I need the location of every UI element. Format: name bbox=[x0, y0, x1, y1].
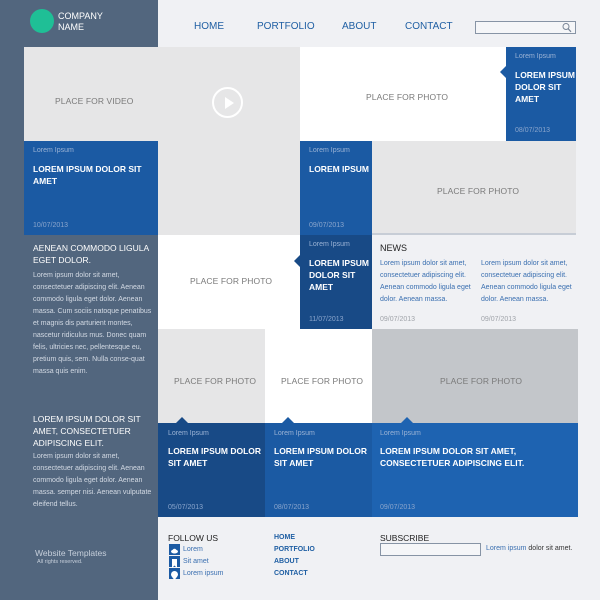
search-input[interactable] bbox=[475, 21, 576, 34]
follow-link[interactable]: Lorem ipsum bbox=[183, 570, 223, 577]
cloud-icon[interactable] bbox=[169, 544, 180, 555]
news-item-date: 09/07/2013 bbox=[380, 316, 416, 323]
location-pin-icon[interactable] bbox=[169, 568, 180, 580]
sidebar-heading: AENEAN COMMODO LIGULA EGET DOLOR. bbox=[33, 243, 149, 265]
company-name-line1: COMPANY bbox=[58, 11, 103, 21]
caption-title: LOREM IPSUM DOLOR SIT AMET, CONSECTETUER… bbox=[380, 446, 525, 468]
caption-pointer bbox=[282, 417, 294, 423]
footer-nav-contact[interactable]: CONTACT bbox=[274, 570, 308, 577]
photo-placeholder-label: PLACE FOR PHOTO bbox=[174, 376, 257, 386]
news-heading: NEWS bbox=[380, 243, 407, 253]
caption-pointer bbox=[294, 255, 300, 267]
follow-us-heading: FOLLOW US bbox=[168, 533, 219, 543]
caption-kicker: Lorem Ipsum bbox=[309, 147, 350, 154]
subscribe-note-link[interactable]: Lorem ipsum bbox=[486, 545, 526, 552]
sidebar-footer-title: Website Templates bbox=[35, 548, 107, 558]
caption-date: 11/07/2013 bbox=[309, 316, 344, 323]
bookmark-icon[interactable] bbox=[169, 556, 180, 568]
caption-title: LOREM IPSUM DOLOR SIT AMET bbox=[274, 446, 368, 468]
company-name-line2: NAME bbox=[58, 22, 85, 32]
caption-kicker: Lorem Ipsum bbox=[309, 241, 350, 248]
photo-placeholder-label: PLACE FOR PHOTO bbox=[281, 376, 364, 386]
caption-date: 10/07/2013 bbox=[33, 222, 69, 229]
sidebar-footer-copyright: All rights reserved. bbox=[37, 559, 83, 565]
caption-kicker: Lorem Ipsum bbox=[33, 147, 74, 154]
caption-title: LOREM IPSUM DOLOR SIT AMET bbox=[309, 258, 369, 292]
footer-nav-home[interactable]: HOME bbox=[274, 534, 295, 541]
caption-pointer bbox=[500, 66, 506, 78]
caption-title: LOREM IPSUM bbox=[309, 164, 369, 174]
caption-kicker: Lorem Ipsum bbox=[168, 430, 209, 437]
follow-link[interactable]: Sit amet bbox=[183, 558, 209, 565]
caption-date: 08/07/2013 bbox=[274, 504, 310, 511]
nav-home[interactable]: HOME bbox=[194, 21, 224, 32]
company-name: COMPANY NAME bbox=[58, 11, 138, 33]
follow-link[interactable]: Lorem bbox=[183, 546, 203, 553]
nav-contact[interactable]: CONTACT bbox=[405, 21, 453, 32]
caption-date: 08/07/2013 bbox=[515, 127, 551, 134]
photo-mid-caption-card[interactable] bbox=[300, 141, 372, 235]
sidebar-paragraph: Lorem ipsum dolor sit amet, consectetuer… bbox=[33, 453, 152, 508]
video-caption-card[interactable] bbox=[24, 141, 158, 235]
caption-kicker: Lorem Ipsum bbox=[274, 430, 315, 437]
caption-title: LOREM IPSUM DOLOR SIT AMET bbox=[33, 164, 142, 186]
subscribe-note-text: dolor sit amet. bbox=[526, 545, 573, 552]
photo-placeholder-label: PLACE FOR PHOTO bbox=[437, 186, 520, 196]
caption-kicker: Lorem Ipsum bbox=[380, 430, 421, 437]
caption-kicker: Lorem Ipsum bbox=[515, 53, 556, 60]
subscribe-heading: SUBSCRIBE bbox=[380, 533, 430, 543]
caption-date: 09/07/2013 bbox=[380, 504, 416, 511]
play-icon[interactable] bbox=[212, 87, 243, 118]
caption-title: LOREM IPSUM DOLOR SIT AMET bbox=[515, 70, 575, 104]
caption-date: 05/07/2013 bbox=[168, 504, 204, 511]
photo-placeholder-label: PLACE FOR PHOTO bbox=[190, 276, 273, 286]
caption-pointer bbox=[401, 417, 413, 423]
caption-pointer bbox=[176, 417, 188, 423]
search-icon[interactable] bbox=[562, 22, 572, 33]
news-item-text[interactable]: Lorem ipsum dolor sit amet, consectetuer… bbox=[380, 258, 472, 306]
row-caption-card-1[interactable] bbox=[158, 423, 265, 517]
footer-nav-about[interactable]: ABOUT bbox=[274, 558, 299, 565]
video-placeholder-label: PLACE FOR VIDEO bbox=[55, 96, 134, 106]
photo-placeholder-label: PLACE FOR PHOTO bbox=[366, 92, 449, 102]
nav-about[interactable]: ABOUT bbox=[342, 21, 376, 32]
row-caption-card-3[interactable] bbox=[372, 423, 578, 517]
sidebar-paragraph: Lorem ipsum dolor sit amet, consectetuer… bbox=[33, 272, 152, 375]
subscribe-note: Lorem ipsum dolor sit amet. bbox=[486, 545, 572, 552]
footer-nav-portfolio[interactable]: PORTFOLIO bbox=[274, 546, 315, 553]
sidebar-heading: LOREM IPSUM DOLOR SIT AMET, CONSECTETUER… bbox=[33, 414, 141, 448]
nav-portfolio[interactable]: PORTFOLIO bbox=[257, 21, 315, 32]
news-item-date: 09/07/2013 bbox=[481, 316, 517, 323]
caption-title: LOREM IPSUM DOLOR SIT AMET bbox=[168, 446, 262, 468]
photo-placeholder-label: PLACE FOR PHOTO bbox=[440, 376, 523, 386]
subscribe-email-input[interactable] bbox=[380, 543, 481, 556]
company-logo[interactable] bbox=[30, 9, 54, 33]
row-caption-card-2[interactable] bbox=[265, 423, 372, 517]
news-item-text[interactable]: Lorem ipsum dolor sit amet, consectetuer… bbox=[481, 258, 573, 306]
caption-date: 09/07/2013 bbox=[309, 222, 345, 229]
